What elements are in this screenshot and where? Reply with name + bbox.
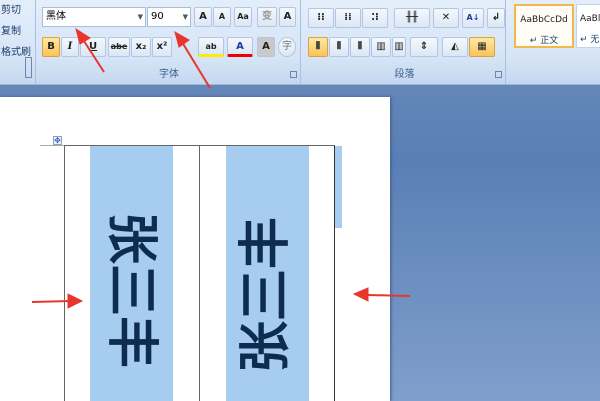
arrow-to-font-size: [174, 30, 211, 89]
arrow-to-left-cell: [31, 293, 84, 309]
arrow-to-font-name: [75, 27, 105, 73]
annotation-arrows: [31, 27, 411, 309]
arrow-to-right-cell: [352, 287, 411, 302]
